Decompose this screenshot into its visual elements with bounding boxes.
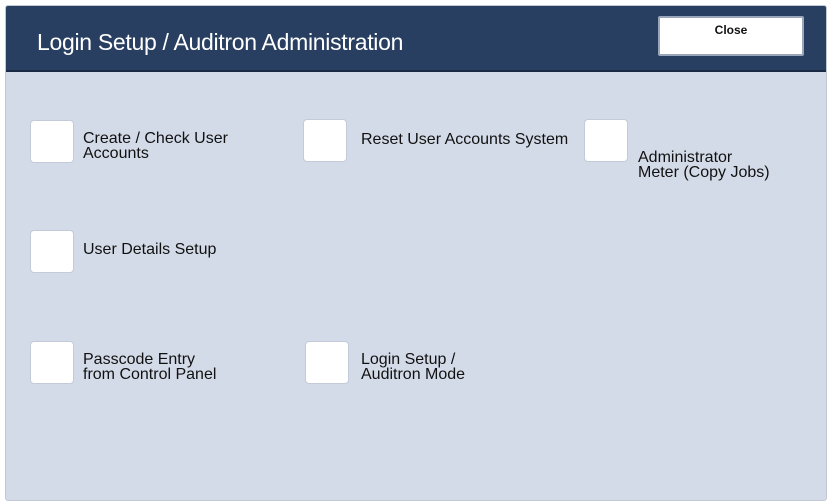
passcode-entry-label[interactable]: Passcode Entry from Control Panel — [83, 352, 216, 383]
administrator-meter-button[interactable] — [584, 119, 628, 162]
create-check-user-accounts-button[interactable] — [30, 120, 74, 163]
administrator-meter-label[interactable]: Administrator Meter (Copy Jobs) — [638, 150, 770, 181]
user-details-setup-button[interactable] — [30, 230, 74, 273]
header-bar: Login Setup / Auditron Administration Cl… — [6, 6, 826, 72]
auditron-admin-screen: Login Setup / Auditron Administration Cl… — [6, 6, 826, 500]
reset-user-accounts-button[interactable] — [303, 119, 347, 162]
user-details-setup-label[interactable]: User Details Setup — [83, 242, 216, 258]
page-title: Login Setup / Auditron Administration — [37, 29, 404, 55]
passcode-entry-button[interactable] — [30, 341, 74, 384]
reset-user-accounts-label[interactable]: Reset User Accounts System — [361, 132, 568, 148]
close-button[interactable]: Close — [658, 16, 804, 56]
login-setup-auditron-mode-button[interactable] — [305, 341, 349, 384]
create-check-user-accounts-label[interactable]: Create / Check User Accounts — [83, 131, 228, 162]
close-button-label: Close — [714, 23, 748, 37]
login-setup-auditron-mode-label[interactable]: Login Setup / Auditron Mode — [361, 352, 465, 383]
